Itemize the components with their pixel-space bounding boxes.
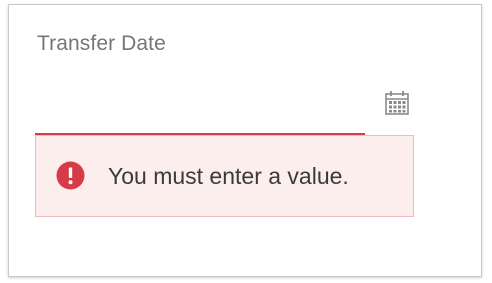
calendar-button[interactable]	[381, 87, 413, 119]
transfer-date-card: Transfer Date You must enter a value.	[8, 4, 482, 277]
error-message-text: You must enter a value.	[108, 163, 349, 189]
transfer-date-input[interactable]	[35, 83, 413, 135]
transfer-date-label: Transfer Date	[37, 32, 166, 55]
error-exclamation-icon	[56, 161, 85, 190]
error-message-box: You must enter a value.	[35, 135, 414, 217]
calendar-icon	[385, 91, 409, 115]
